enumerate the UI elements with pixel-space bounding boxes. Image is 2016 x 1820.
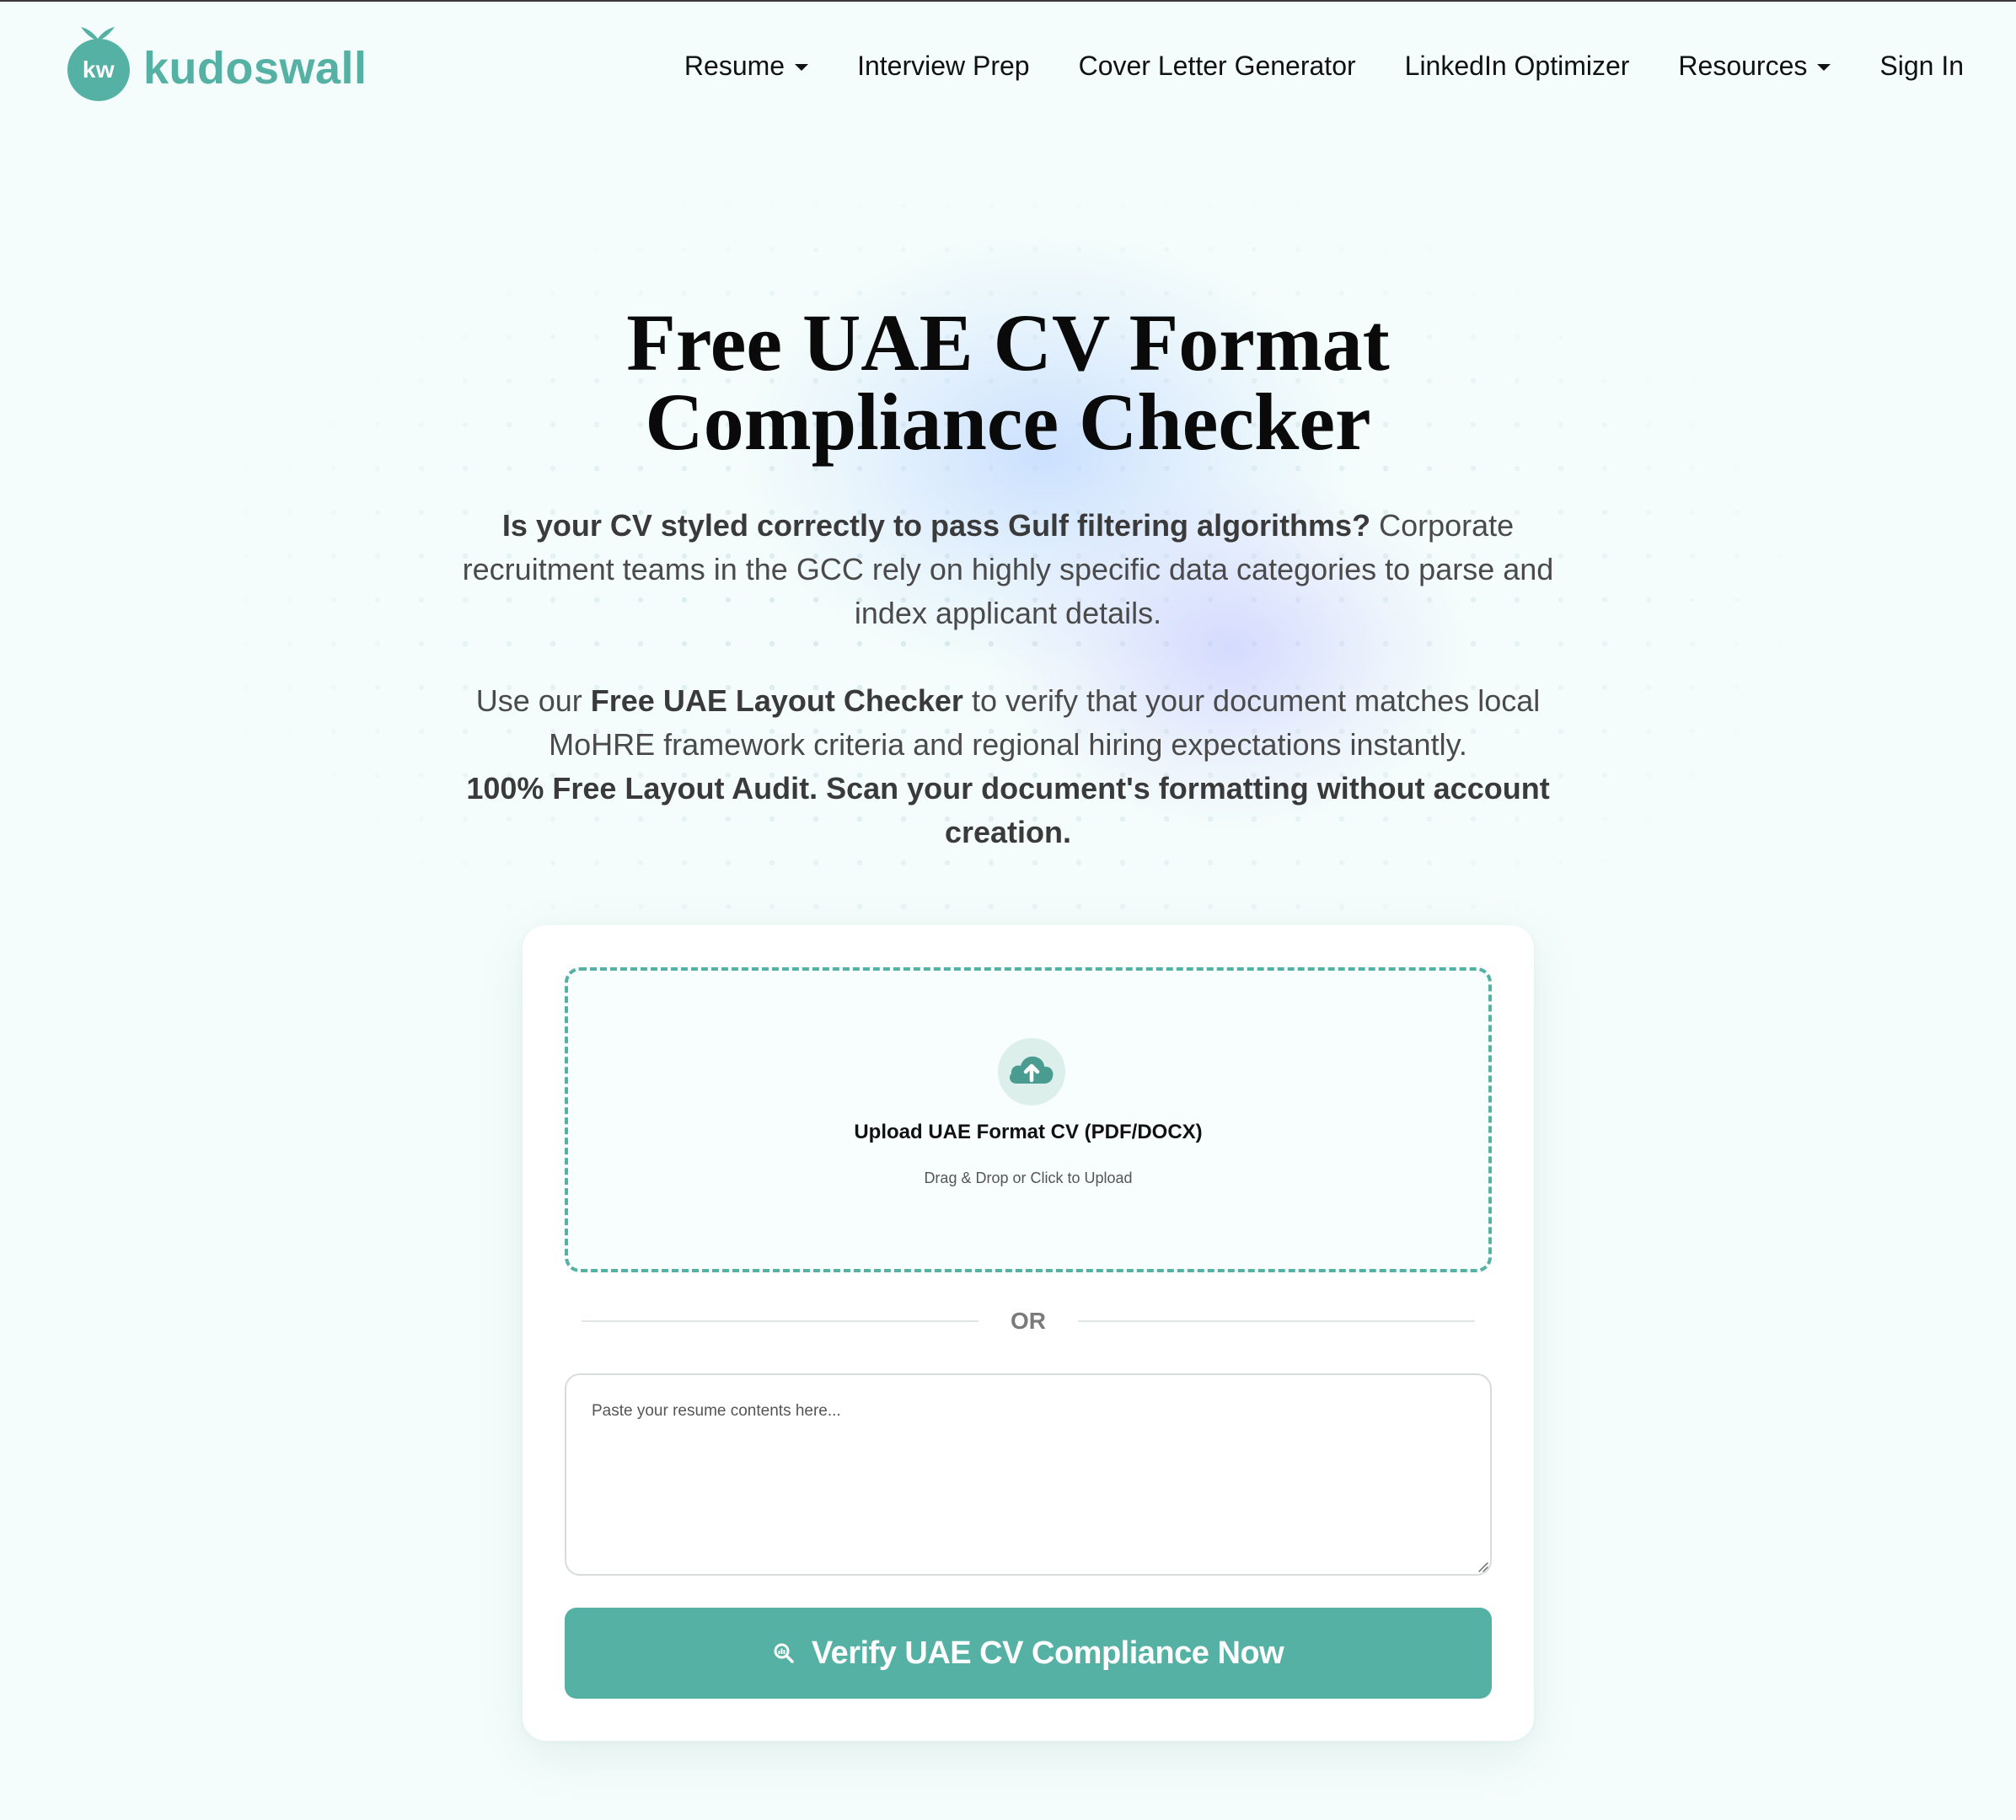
- upload-title: Upload UAE Format CV (PDF/DOCX): [854, 1121, 1203, 1143]
- hero-paragraph-1-bold: Is your CV styled correctly to pass Gulf…: [501, 508, 1371, 543]
- main-nav: Resume Interview Prep Cover Letter Gener…: [635, 51, 1964, 82]
- hero-paragraph-3-bold: 100% Free Layout Audit. Scan your docume…: [466, 771, 1550, 849]
- hero-paragraph-1: Is your CV styled correctly to pass Gulf…: [447, 504, 1569, 635]
- checker-card: Upload UAE Format CV (PDF/DOCX) Drag & D…: [523, 925, 1534, 1741]
- nav-item-label: LinkedIn Optimizer: [1404, 51, 1630, 81]
- page-title-line-2: Compliance Checker: [645, 377, 1371, 467]
- nav-item-resume[interactable]: Resume: [684, 51, 809, 82]
- brand-name: kudoswall: [143, 43, 367, 94]
- nav-item-linkedin-optimizer[interactable]: LinkedIn Optimizer: [1405, 51, 1630, 82]
- nav-item-label: Interview Prep: [857, 51, 1030, 81]
- nav-item-sign-in[interactable]: Sign In: [1879, 51, 1964, 82]
- logo-monogram: kw: [67, 39, 130, 101]
- nav-item-resources[interactable]: Resources: [1678, 51, 1831, 82]
- hero-paragraph-3: 100% Free Layout Audit. Scan your docume…: [447, 767, 1569, 854]
- resize-handle-icon[interactable]: [1477, 1560, 1488, 1572]
- divider-line: [582, 1320, 979, 1322]
- page-title: Free UAE CV Format Compliance Checker: [0, 297, 2016, 467]
- verify-compliance-button[interactable]: Verify UAE CV Compliance Now: [565, 1608, 1492, 1699]
- logo-mark: kw: [66, 25, 130, 103]
- divider-line: [1078, 1320, 1475, 1322]
- or-label: OR: [1011, 1308, 1046, 1334]
- nav-item-cover-letter-generator[interactable]: Cover Letter Generator: [1079, 51, 1356, 82]
- hero-description: Is your CV styled correctly to pass Gulf…: [447, 504, 1569, 854]
- or-divider: OR: [582, 1304, 1475, 1338]
- nav-item-label: Sign In: [1879, 51, 1964, 81]
- brand-logo[interactable]: kw kudoswall: [66, 25, 367, 103]
- caret-down-icon: [795, 64, 809, 71]
- hero-paragraph-2: Use our Free UAE Layout Checker to verif…: [447, 679, 1569, 767]
- verify-button-label: Verify UAE CV Compliance Now: [811, 1635, 1284, 1671]
- cloud-upload-icon: [998, 1038, 1065, 1105]
- site-header: kw kudoswall Resume Interview Prep Cover…: [0, 2, 2016, 133]
- resume-paste-textarea[interactable]: [565, 1373, 1492, 1576]
- nav-item-label: Resume: [684, 51, 785, 81]
- nav-item-label: Resources: [1678, 51, 1808, 81]
- nav-item-interview-prep[interactable]: Interview Prep: [857, 51, 1030, 82]
- page-title-line-1: Free UAE CV Format: [626, 297, 1390, 388]
- upload-subtitle: Drag & Drop or Click to Upload: [924, 1170, 1133, 1186]
- hero-paragraph-2-bold: Free UAE Layout Checker: [590, 683, 963, 718]
- upload-dropzone[interactable]: Upload UAE Format CV (PDF/DOCX) Drag & D…: [565, 967, 1492, 1272]
- nav-item-label: Cover Letter Generator: [1078, 51, 1356, 81]
- hero-paragraph-2-lead: Use our: [475, 683, 591, 718]
- search-analytics-icon: [774, 1643, 794, 1663]
- caret-down-icon: [1817, 64, 1831, 71]
